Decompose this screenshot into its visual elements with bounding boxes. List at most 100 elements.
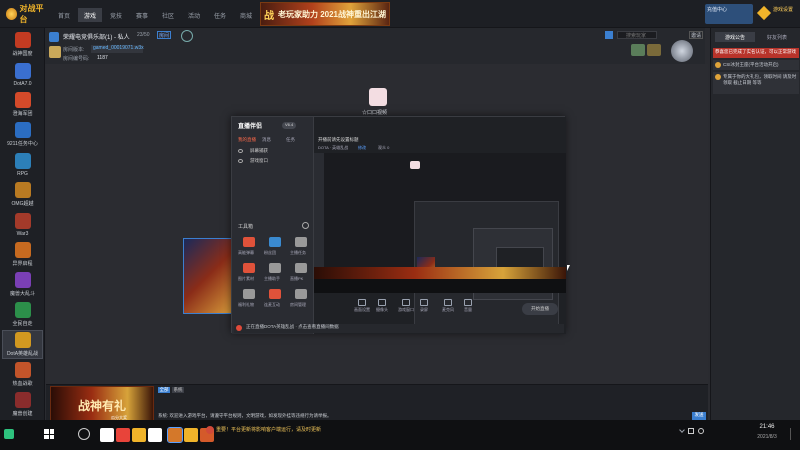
toolbar-icon [464,299,472,306]
show-desktop-button[interactable] [790,428,796,440]
chat-icon[interactable] [605,31,613,39]
chat-tab-all[interactable]: 全部 [158,387,170,393]
chat-send-button[interactable]: 发送 [692,412,706,420]
nav-tab[interactable]: 活动 [182,8,206,22]
tool-label: 房间管理 [290,302,306,307]
taskbar-notice[interactable]: 重要！平台更新将影响客户端运行，请及时更新 [216,426,321,433]
promo-box[interactable]: 充值中心 [705,4,753,24]
toolbar-button[interactable]: 画面设置 [354,299,370,313]
game-poster-card[interactable] [183,238,233,314]
room-header: 荣耀电竞俱乐部(1) - 私人 23/50 房间 房间版本: gamed_000… [45,28,705,64]
room-tag[interactable]: 房间 [157,31,171,39]
sidebar-game-item[interactable]: 魔兽大乱斗 [2,270,43,299]
toolbar-label: 游戏窗口 [398,307,414,312]
tab-friends[interactable]: 好友列表 [757,32,797,42]
companion-tab[interactable]: 任务 [286,137,295,143]
start-button[interactable] [44,429,54,439]
clock-time[interactable]: 21:46 [752,424,782,430]
game-icon [14,212,31,229]
message-item-1[interactable]: CSI冰封王座(平台活动开启) [713,60,799,70]
tool-icon[interactable] [269,263,281,273]
sidebar-game-item[interactable]: 热血战歌 [2,360,43,389]
toolbar-button[interactable]: 游戏窗口 [398,299,414,313]
sidebar-game-item[interactable]: 异界启程 [2,240,43,269]
toolbar-button[interactable]: 摄像头 [376,299,388,313]
sidebar-game-item[interactable]: 魔兽创建 [2,390,43,419]
taskbar-app-icon[interactable] [184,428,198,442]
taskbar-app-icon[interactable] [100,428,114,442]
stream-category: DOTA · 英雄乱战 [318,145,349,150]
room-action-icon-1[interactable] [631,44,645,56]
chat-tab-system[interactable]: 系统 [172,387,184,393]
sidebar-game-item[interactable]: 全民自走 [2,300,43,329]
diamond-icon[interactable] [756,5,772,21]
search-icon[interactable] [78,428,90,440]
eye-icon[interactable] [238,149,243,153]
sidebar-game-item[interactable]: 澄海军团 [2,90,43,119]
tool-icon[interactable] [269,237,281,247]
clock-date[interactable]: 2021/8/3 [748,434,786,440]
start-live-button[interactable]: 开始直播 [522,303,558,315]
host-avatar[interactable] [49,46,61,58]
settings-icon[interactable] [302,222,309,229]
tool-icon[interactable] [269,289,281,299]
companion-tab[interactable]: 消息 [262,137,271,143]
vip-label[interactable]: 游戏设置 [773,6,799,22]
tool-icon[interactable] [295,237,307,247]
event-banner[interactable]: 战 老玩家助力 2021战神重出江湖 [260,2,390,26]
toolbar-button[interactable]: 录屏 [420,299,428,313]
sidebar-game-item[interactable]: War3 [2,210,43,239]
network-icon[interactable] [688,428,694,434]
sidebar-game-item[interactable]: 战神国度 [2,30,43,59]
nav-tab[interactable]: 竞技 [104,8,128,22]
toolbar-button[interactable]: 麦克风 [442,299,454,313]
banner-text: 老玩家助力 2021战神重出江湖 [277,9,387,19]
refresh-icon[interactable] [181,30,193,42]
widget-icon[interactable] [4,429,14,439]
tool-icon[interactable] [295,289,307,299]
chat-line: 系统: 欢迎进入游戏平台，请遵守平台规则，文明游戏，如发现外挂等违规行为请举报。 [158,413,332,418]
game-ad-banner[interactable]: 战神有礼 瓜分大奖 [50,386,154,424]
eye-icon[interactable] [238,159,243,163]
volume-icon[interactable] [698,428,704,434]
scene-item[interactable]: 游戏窗口 [238,158,268,164]
scene-item[interactable]: 屏幕捕获 [238,148,268,154]
nav-tab[interactable]: 首页 [52,8,76,22]
tool-icon[interactable] [295,263,307,273]
stream-title[interactable]: 开播前请先设置标题 [318,137,359,143]
taskbar-app-icon[interactable] [148,428,162,442]
sidebar-game-item[interactable]: DotA7.0 [2,60,43,89]
message-item-2[interactable]: 专属于你的大礼包，领取时间 请及时领取 截止日期 等等 [713,72,799,94]
tool-icon[interactable] [243,289,255,299]
edit-category-link[interactable]: 修改 [358,145,366,151]
invite-button[interactable]: 邀请 [689,31,703,39]
sidebar-game-label: 全民自走 [12,321,33,327]
notice-banner[interactable]: 恭喜您已完成了实名认证，可以正常游戏 [713,48,799,58]
tab-game-notice[interactable]: 游戏公告 [715,32,755,42]
chevron-up-icon[interactable] [679,427,685,433]
preview-canvas[interactable] [314,153,566,329]
taskbar-app-icon[interactable] [116,428,130,442]
taskbar-app-icon[interactable] [132,428,146,442]
taskbar-app-icon[interactable] [167,427,183,443]
sidebar-game-item[interactable]: 9211任务中心 [2,120,43,149]
sidebar-game-label: 魔兽创建 [12,411,33,417]
system-tray[interactable] [679,427,730,438]
sidebar-game-item[interactable]: DotA英雄乱战 [2,330,43,359]
nav-tab[interactable]: 社区 [156,8,180,22]
nav-tab[interactable]: 赛事 [130,8,154,22]
nav-tab[interactable]: 任务 [208,8,232,22]
nav-tab[interactable]: 商城 [234,8,258,22]
room-action-icon-2[interactable] [647,44,661,56]
nav-tab[interactable]: 游戏 [78,8,102,22]
search-input[interactable]: 搜索玩家 [617,31,657,39]
streamer-avatar[interactable] [369,88,387,106]
sidebar-game-item[interactable]: RPG [2,150,43,179]
sidebar-game-label: 澄海军团 [12,111,33,117]
sidebar-game-item[interactable]: OMG超越 [2,180,43,209]
app-logo[interactable]: 对战平台 [6,4,50,24]
tool-icon[interactable] [243,263,255,273]
companion-tab[interactable]: 我的直播 [238,137,256,143]
toolbar-button[interactable]: 音量 [464,299,472,313]
tool-icon[interactable] [243,237,255,247]
